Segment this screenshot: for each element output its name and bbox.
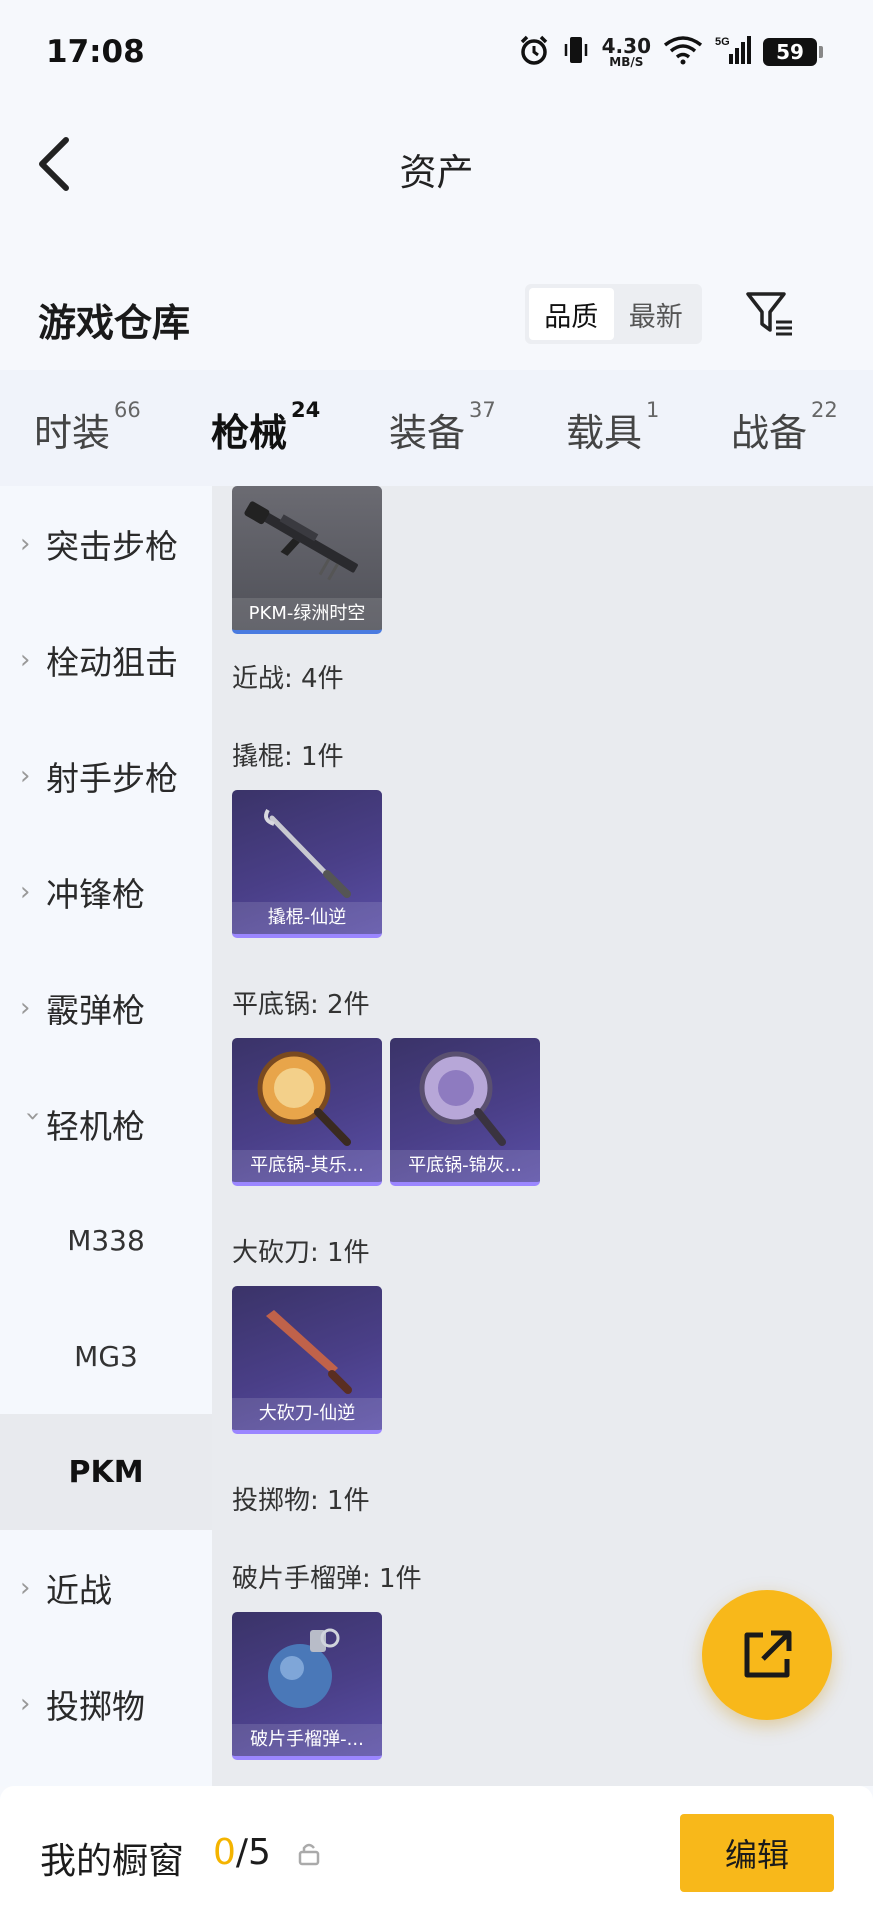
filter-icon <box>746 292 792 336</box>
sidebar-subitem-mg3[interactable]: MG3 <box>0 1298 212 1414</box>
machine-gun-icon <box>244 501 358 581</box>
sidebar-subitem-pkm[interactable]: PKM <box>0 1414 212 1530</box>
category-tabs: 时装66 枪械24 装备37 载具1 战备22 <box>0 370 873 497</box>
edit-button[interactable]: 编辑 <box>680 1814 834 1892</box>
item-card-pan-2[interactable]: 平底锅-锦灰... <box>390 1038 540 1186</box>
filter-button[interactable] <box>744 288 796 340</box>
tab-equipment[interactable]: 装备37 <box>389 398 496 457</box>
item-card-grenade[interactable]: 破片手榴弹-... <box>232 1612 382 1760</box>
sidebar-item-smg[interactable]: › 冲锋枪 <box>0 834 212 950</box>
sidebar-item-lmg[interactable]: › 轻机枪 <box>0 1066 212 1182</box>
chevron-right-icon: › <box>20 877 31 907</box>
section-frag-grenade: 破片手榴弹: 1件 <box>232 1564 422 1594</box>
grenade-icon <box>268 1628 340 1708</box>
app-header: 资产 <box>0 104 873 224</box>
section-crowbar: 撬棍: 1件 <box>232 742 344 772</box>
battery-icon: 59 <box>763 38 823 66</box>
item-card-pkm[interactable]: PKM-绿洲时空 <box>232 486 382 634</box>
vibrate-icon <box>562 34 590 70</box>
section-frying-pan: 平底锅: 2件 <box>232 990 370 1020</box>
page-title: 资产 <box>399 151 474 194</box>
alarm-icon <box>518 34 550 70</box>
chevron-right-icon: › <box>20 761 31 791</box>
sort-quality-button[interactable]: 品质 <box>529 288 614 340</box>
section-throwables: 投掷物: 1件 <box>232 1486 370 1516</box>
chevron-right-icon: › <box>20 529 31 559</box>
frying-pan-icon <box>257 1051 351 1146</box>
tab-vehicles[interactable]: 载具1 <box>566 398 659 457</box>
sidebar-item-marksman-rifle[interactable]: › 射手步枪 <box>0 718 212 834</box>
chevron-right-icon: › <box>20 645 31 675</box>
frying-pan-icon <box>419 1051 506 1146</box>
network-speed: 4.30 MB/S <box>601 34 651 69</box>
showcase-label: 我的橱窗 <box>40 1841 185 1882</box>
status-bar: 17:08 4.30 MB/S 5G 59 <box>0 0 873 104</box>
section-melee: 近战: 4件 <box>232 664 344 694</box>
machete-icon <box>266 1310 352 1394</box>
sidebar-subitem-m338[interactable]: M338 <box>0 1182 212 1298</box>
section-machete: 大砍刀: 1件 <box>232 1238 370 1268</box>
svg-text:5G: 5G <box>715 36 730 48</box>
item-card-crowbar[interactable]: 撬棍-仙逆 <box>232 790 382 938</box>
item-card-label: 平底锅-其乐... <box>232 1150 382 1182</box>
chevron-right-icon: › <box>20 1689 31 1719</box>
share-external-icon <box>744 1630 792 1678</box>
chevron-right-icon: › <box>20 993 31 1023</box>
item-card-machete[interactable]: 大砍刀-仙逆 <box>232 1286 382 1434</box>
showcase-bar: 我的橱窗 0/5 编辑 <box>0 1786 873 1920</box>
category-sidebar: › 突击步枪 › 栓动狙击 › 射手步枪 › 冲锋枪 › 霰弹枪 › 轻机枪 M… <box>0 486 212 1786</box>
item-card-label: PKM-绿洲时空 <box>232 598 382 630</box>
item-card-label: 破片手榴弹-... <box>232 1724 382 1756</box>
tab-firearms[interactable]: 枪械24 <box>211 398 320 497</box>
tab-supplies[interactable]: 战备22 <box>731 398 838 457</box>
lock-icon <box>298 1842 320 1870</box>
wifi-icon <box>663 35 703 69</box>
item-card-label: 大砍刀-仙逆 <box>232 1398 382 1430</box>
sidebar-item-melee[interactable]: › 近战 <box>0 1530 212 1646</box>
sidebar-item-shotgun[interactable]: › 霰弹枪 <box>0 950 212 1066</box>
sort-latest-button[interactable]: 最新 <box>614 288 699 340</box>
sidebar-item-bolt-sniper[interactable]: › 栓动狙击 <box>0 602 212 718</box>
sort-toggle: 品质 最新 <box>525 284 702 344</box>
item-card-label: 撬棍-仙逆 <box>232 902 382 934</box>
warehouse-title: 游戏仓库 <box>38 301 191 345</box>
item-card-pan-1[interactable]: 平底锅-其乐... <box>232 1038 382 1186</box>
chevron-right-icon: › <box>20 1573 31 1603</box>
showcase-count: 0/5 <box>213 1832 271 1873</box>
warehouse-header: 游戏仓库 品质 最新 <box>0 270 873 370</box>
cellular-signal-icon: 5G <box>715 34 751 70</box>
tab-fashion[interactable]: 时装66 <box>34 398 141 457</box>
item-card-label: 平底锅-锦灰... <box>390 1150 540 1182</box>
status-time: 17:08 <box>46 34 145 70</box>
sidebar-item-throwables[interactable]: › 投掷物 <box>0 1646 212 1762</box>
sidebar-item-assault-rifle[interactable]: › 突击步枪 <box>0 486 212 602</box>
crowbar-icon <box>264 808 351 898</box>
share-button[interactable] <box>702 1590 832 1720</box>
chevron-down-icon: › <box>18 1111 48 1122</box>
status-icons: 4.30 MB/S 5G 59 <box>518 30 823 74</box>
